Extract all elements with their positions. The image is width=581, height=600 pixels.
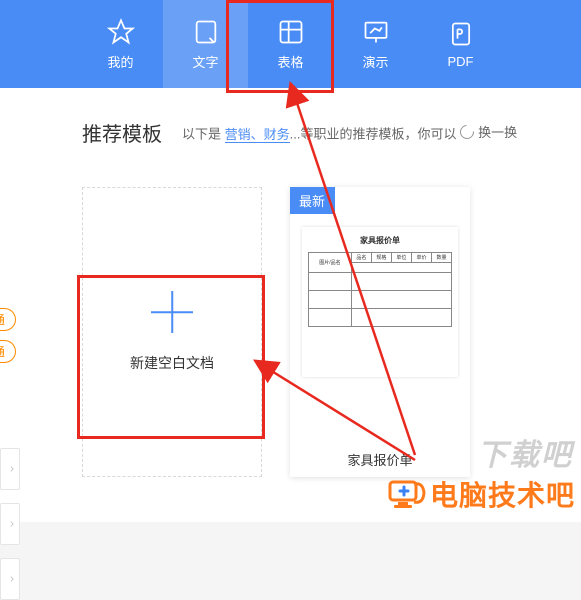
nav-item-mine[interactable]: 我的: [78, 0, 163, 88]
nav-label: PDF: [448, 54, 474, 69]
nav-label: 演示: [362, 52, 388, 71]
top-nav: 我的 文字 表格 演示 PDF: [0, 0, 581, 88]
brand-text: 电脑技术吧: [430, 474, 575, 514]
doc-preview-table: 图片/品名 品名 规格 单位 单价 数量: [308, 252, 452, 327]
doc-preview-title: 家具报价单: [360, 235, 400, 246]
plus-icon: [151, 291, 193, 333]
mini-card-2[interactable]: [0, 503, 20, 545]
chevron-right-icon: [9, 464, 15, 474]
brand-logo: 电脑技术吧: [386, 474, 575, 514]
badge-new: 最新: [290, 187, 335, 214]
template-card-furniture-quote[interactable]: 最新 家具报价单 图片/品名 品名 规格 单位 单价 数量: [290, 187, 470, 477]
header-row: 推荐模板 以下是 营销、财务...等职业的推荐模板，你可以 换一换: [0, 118, 581, 147]
doc-preview: 家具报价单 图片/品名 品名 规格 单位 单价 数量: [302, 227, 458, 377]
nav-label: 文字: [192, 52, 218, 71]
mini-card-3[interactable]: [0, 558, 20, 600]
pill-subscribe-1[interactable]: 开通: [0, 308, 16, 331]
blank-doc-label: 新建空白文档: [130, 353, 214, 373]
section-title: 推荐模板: [82, 118, 162, 147]
nav-label: 表格: [277, 52, 303, 71]
watermark-text: 下载吧: [477, 430, 573, 474]
new-blank-doc-card[interactable]: 新建空白文档: [82, 187, 262, 477]
nav-item-writer[interactable]: 文字: [163, 0, 248, 88]
refresh-button[interactable]: 换一换: [460, 122, 517, 141]
desc-link[interactable]: 营销、财务: [225, 127, 290, 143]
pill-subscribe-2[interactable]: 开通: [0, 340, 16, 363]
presentation-icon: [362, 18, 390, 46]
nav-label: 我的: [107, 52, 133, 71]
star-icon: [107, 18, 135, 46]
mini-card-1[interactable]: [0, 448, 20, 490]
nav-item-presentation[interactable]: 演示: [333, 0, 418, 88]
brand-icon: [386, 478, 426, 510]
section-desc: 以下是 营销、财务...等职业的推荐模板，你可以 换一换: [182, 122, 581, 143]
desc-prefix: 以下是: [182, 127, 225, 142]
left-fringe: 开通 开通: [0, 88, 24, 522]
template-caption: 家具报价单: [290, 450, 470, 469]
desc-suffix: ...等职业的推荐模板，你可以: [290, 127, 460, 142]
pdf-icon: [447, 20, 475, 48]
nav-item-spreadsheet[interactable]: 表格: [248, 0, 333, 88]
sheet-icon: [277, 18, 305, 46]
refresh-label: 换一换: [478, 122, 517, 141]
nav-item-pdf[interactable]: PDF: [418, 0, 503, 88]
refresh-icon: [457, 122, 477, 142]
chevron-right-icon: [9, 519, 15, 529]
chevron-right-icon: [9, 574, 15, 584]
doc-icon: [192, 18, 220, 46]
